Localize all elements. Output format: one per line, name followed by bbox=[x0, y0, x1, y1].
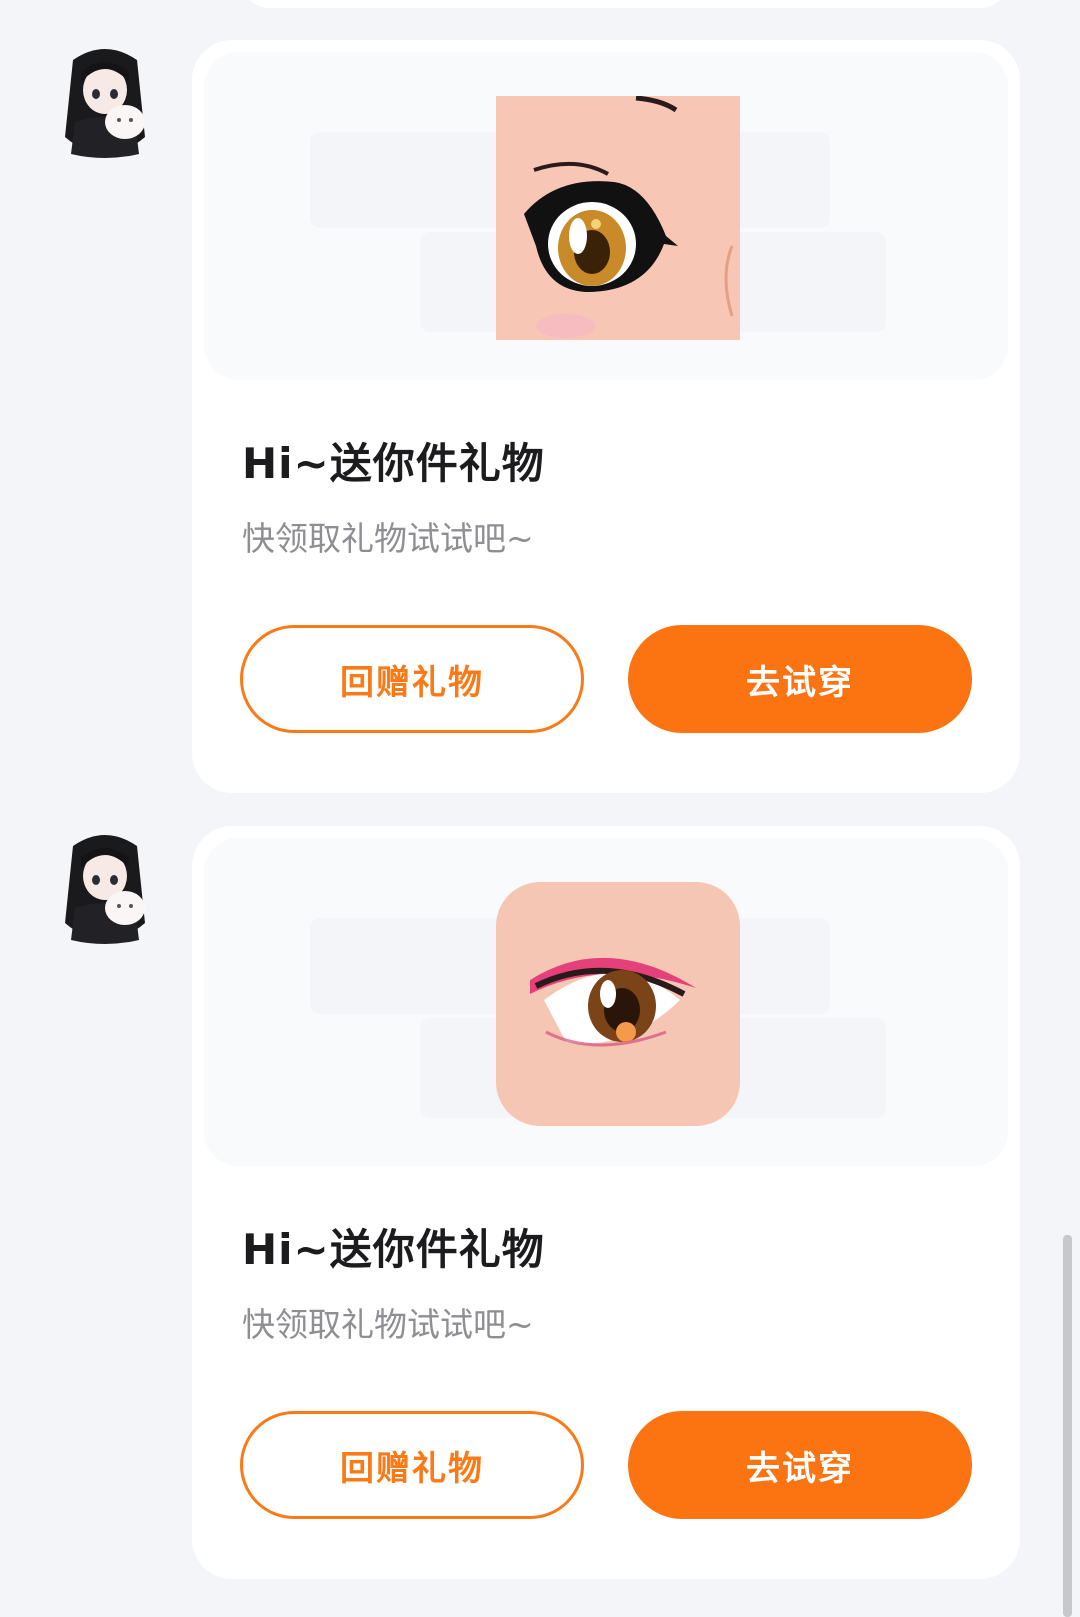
gift-subtitle: 快领取礼物试试吧~ bbox=[242, 1305, 534, 1344]
gift-card: Hi~送你件礼物 快领取礼物试试吧~ 回赠礼物 去试穿 bbox=[192, 40, 1020, 793]
try-on-button[interactable]: 去试穿 bbox=[628, 625, 972, 733]
previous-message-card bbox=[240, 0, 1010, 8]
gift-card: Hi~送你件礼物 快领取礼物试试吧~ 回赠礼物 去试穿 bbox=[192, 826, 1020, 1579]
sender-avatar[interactable] bbox=[55, 828, 155, 948]
eye-makeup-item-image[interactable] bbox=[496, 882, 740, 1126]
try-on-button[interactable]: 去试穿 bbox=[628, 1411, 972, 1519]
eye-makeup-item-image[interactable] bbox=[496, 96, 740, 340]
return-gift-button[interactable]: 回赠礼物 bbox=[240, 625, 584, 733]
gift-title: Hi~送你件礼物 bbox=[242, 1225, 545, 1274]
gift-title: Hi~送你件礼物 bbox=[242, 439, 545, 488]
scrollbar[interactable] bbox=[1063, 1235, 1072, 1617]
gift-preview bbox=[204, 52, 1008, 380]
gift-subtitle: 快领取礼物试试吧~ bbox=[242, 519, 534, 558]
return-gift-button[interactable]: 回赠礼物 bbox=[240, 1411, 584, 1519]
sender-avatar[interactable] bbox=[55, 42, 155, 162]
gift-preview bbox=[204, 838, 1008, 1166]
